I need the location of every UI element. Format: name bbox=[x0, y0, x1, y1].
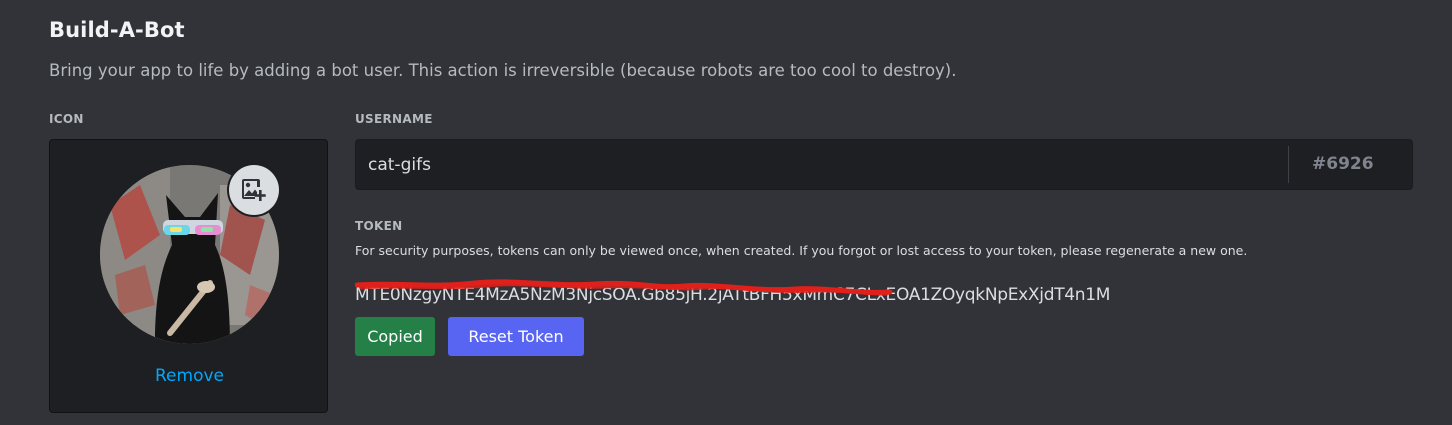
token-value: MTE0NzgyNTE4MzA5NzM3NjcSOA.Gb85jH.2jATtB… bbox=[355, 285, 1111, 305]
build-a-bot-panel: Build-A-Bot Bring your app to life by ad… bbox=[0, 0, 1452, 425]
discriminator: #6926 bbox=[1312, 154, 1374, 174]
username-field: #6926 bbox=[355, 139, 1413, 190]
icon-label: ICON bbox=[49, 112, 84, 126]
token-label: TOKEN bbox=[355, 219, 403, 233]
page-subtitle: Bring your app to life by adding a bot u… bbox=[49, 61, 957, 80]
remove-avatar-link[interactable]: Remove bbox=[50, 366, 329, 386]
upload-image-button[interactable] bbox=[229, 165, 279, 215]
copied-button[interactable]: Copied bbox=[355, 317, 435, 356]
discriminator-divider bbox=[1288, 146, 1289, 183]
username-label: USERNAME bbox=[355, 112, 433, 126]
page-title: Build-A-Bot bbox=[49, 18, 185, 42]
username-input[interactable] bbox=[368, 140, 1268, 189]
reset-token-button[interactable]: Reset Token bbox=[448, 317, 584, 356]
icon-uploader: Remove bbox=[49, 139, 328, 413]
image-plus-icon bbox=[242, 179, 266, 201]
token-description: For security purposes, tokens can only b… bbox=[355, 243, 1248, 258]
